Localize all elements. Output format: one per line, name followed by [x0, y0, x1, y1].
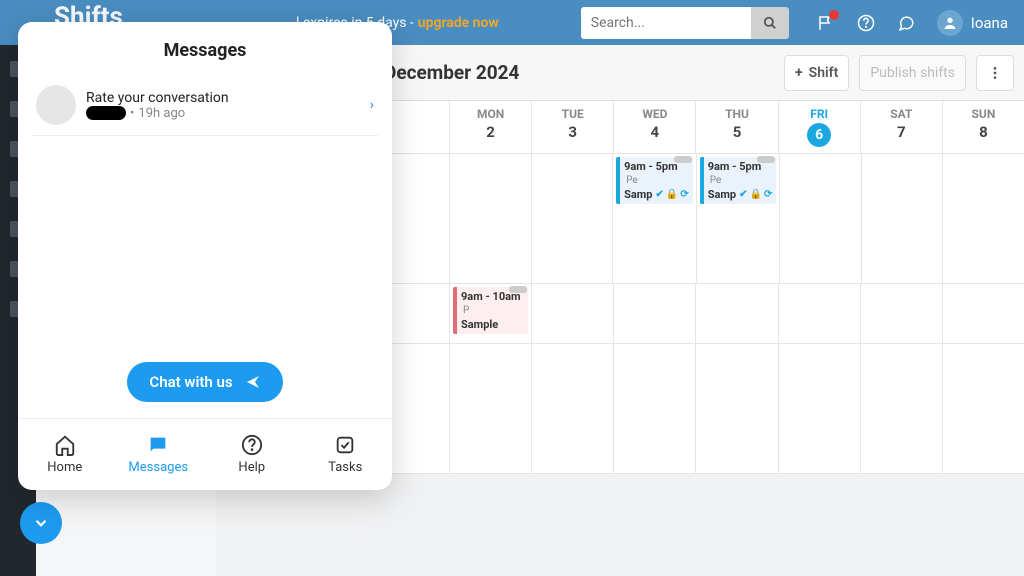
- day-of-week: TUE: [532, 107, 613, 121]
- lock-icon: 🔒: [750, 189, 762, 201]
- upgrade-link[interactable]: upgrade now: [418, 15, 499, 31]
- chat-icon: [897, 14, 915, 32]
- intercom-widget: Messages Rate your conversation • 19h ag…: [18, 22, 392, 490]
- avatar: [36, 85, 76, 125]
- cell[interactable]: [696, 344, 778, 473]
- help-button[interactable]: [857, 14, 875, 32]
- messages-icon: [147, 434, 169, 456]
- cell[interactable]: [450, 154, 532, 283]
- message-meta: • 19h ago: [86, 106, 360, 121]
- cell[interactable]: [861, 344, 943, 473]
- cell[interactable]: [614, 344, 696, 473]
- day-of-week: MON: [450, 107, 531, 121]
- search-button[interactable]: [751, 7, 789, 39]
- cell[interactable]: [943, 284, 1024, 343]
- user-menu[interactable]: Ioana: [937, 10, 1008, 36]
- user-avatar-icon: [937, 10, 963, 36]
- message-title: Rate your conversation: [86, 90, 360, 106]
- widget-collapse-button[interactable]: [20, 502, 62, 544]
- day-of-week: FRI: [779, 107, 860, 121]
- cell[interactable]: [696, 284, 778, 343]
- more-vertical-icon: [987, 65, 1003, 81]
- month-label: December 2024: [384, 61, 519, 84]
- shift-block[interactable]: 9am - 10am P Sample: [453, 287, 528, 334]
- day-header[interactable]: FRI 6: [779, 101, 861, 153]
- question-circle-icon: [857, 14, 875, 32]
- day-of-month: 7: [861, 123, 942, 141]
- day-of-month: 4: [614, 123, 695, 141]
- day-header[interactable]: SAT 7: [861, 101, 943, 153]
- day-header[interactable]: WED 4: [614, 101, 696, 153]
- tab-home[interactable]: Home: [18, 419, 112, 490]
- home-icon: [54, 434, 76, 456]
- day-of-week: SAT: [861, 107, 942, 121]
- day-of-week: SUN: [943, 107, 1024, 121]
- help-icon: [241, 434, 263, 456]
- publish-shifts-button[interactable]: Publish shifts: [859, 55, 966, 91]
- chat-button[interactable]: [897, 14, 915, 32]
- tasks-icon: [334, 434, 356, 456]
- cell[interactable]: 9am - 10am P Sample: [450, 284, 532, 343]
- widget-body: Rate your conversation • 19h ago ›: [18, 75, 392, 346]
- cell[interactable]: [450, 344, 532, 473]
- shift-block[interactable]: 9am - 5pm Pe Samp✔🔒⟳: [616, 157, 693, 204]
- cell[interactable]: [780, 154, 862, 283]
- shift-handle[interactable]: [509, 286, 527, 293]
- day-of-month: 8: [943, 123, 1024, 141]
- shift-block[interactable]: 9am - 5pm Pe Samp✔🔒⟳: [700, 157, 777, 204]
- notification-badge: [829, 10, 839, 20]
- chevron-right-icon: ›: [370, 97, 374, 113]
- message-item[interactable]: Rate your conversation • 19h ago ›: [32, 75, 378, 136]
- widget-title: Messages: [18, 22, 392, 75]
- cell[interactable]: [943, 154, 1024, 283]
- cell[interactable]: 9am - 5pm Pe Samp✔🔒⟳: [697, 154, 781, 283]
- day-header[interactable]: TUE 3: [532, 101, 614, 153]
- cell[interactable]: [614, 284, 696, 343]
- day-of-week: WED: [614, 107, 695, 121]
- tab-tasks[interactable]: Tasks: [299, 419, 393, 490]
- notifications-button[interactable]: [817, 14, 835, 32]
- lock-icon: 🔒: [666, 189, 678, 201]
- redacted-name: [86, 106, 126, 120]
- chevron-down-icon: [32, 514, 50, 532]
- day-of-week: THU: [696, 107, 777, 121]
- cell[interactable]: 9am - 5pm Pe Samp✔🔒⟳: [613, 154, 697, 283]
- day-of-month: 6: [807, 123, 831, 147]
- widget-tabs: Home Messages Help Tasks: [18, 418, 392, 490]
- chat-with-us-button[interactable]: Chat with us: [127, 362, 282, 402]
- day-header[interactable]: MON 2: [450, 101, 532, 153]
- day-header[interactable]: SUN 8: [943, 101, 1024, 153]
- more-button[interactable]: [976, 55, 1014, 91]
- send-icon: [245, 374, 261, 390]
- user-name: Ioana: [971, 14, 1008, 32]
- refresh-icon: ⟳: [680, 189, 688, 201]
- day-of-month: 5: [696, 123, 777, 141]
- cell[interactable]: [532, 154, 614, 283]
- day-header[interactable]: THU 5: [696, 101, 778, 153]
- shift-handle[interactable]: [757, 156, 775, 163]
- cell[interactable]: [779, 284, 861, 343]
- check-icon: ✔: [655, 189, 663, 201]
- search-box: [581, 7, 789, 39]
- refresh-icon: ⟳: [764, 189, 772, 201]
- search-input[interactable]: [581, 7, 751, 39]
- cell[interactable]: [779, 344, 861, 473]
- cell[interactable]: [532, 284, 614, 343]
- cell[interactable]: [862, 154, 944, 283]
- search-icon: [763, 16, 777, 30]
- check-icon: ✔: [739, 189, 747, 201]
- tab-help[interactable]: Help: [205, 419, 299, 490]
- day-of-month: 2: [450, 123, 531, 141]
- cell[interactable]: [861, 284, 943, 343]
- cell[interactable]: [532, 344, 614, 473]
- day-of-month: 3: [532, 123, 613, 141]
- add-shift-button[interactable]: +Shift: [784, 55, 849, 91]
- shift-handle[interactable]: [674, 156, 692, 163]
- tab-messages[interactable]: Messages: [112, 419, 206, 490]
- cell[interactable]: [943, 344, 1024, 473]
